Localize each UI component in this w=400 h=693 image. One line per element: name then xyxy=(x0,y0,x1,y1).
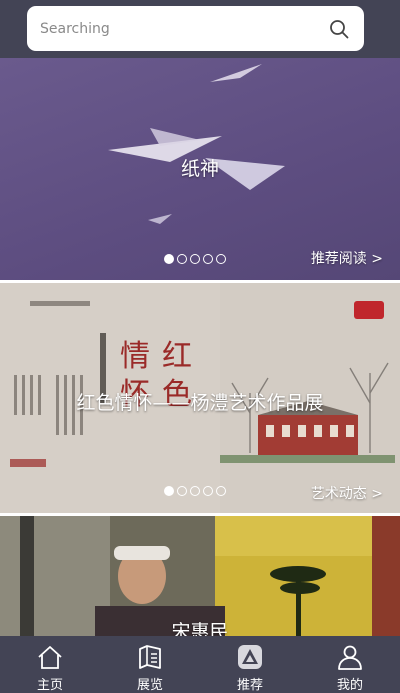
carousel-dots xyxy=(164,254,226,264)
carousel-dot[interactable] xyxy=(190,254,200,264)
more-link[interactable]: 艺术动态 > xyxy=(311,483,383,503)
banner-title: 宋惠民 xyxy=(171,621,229,636)
carousel-dots xyxy=(164,486,226,496)
recommend-icon xyxy=(236,643,264,670)
carousel-dot[interactable] xyxy=(203,486,213,496)
tab-me[interactable]: 我的 xyxy=(300,636,400,693)
banner-recommended-reading[interactable]: 纸神 推荐阅读 > xyxy=(0,58,400,280)
book-icon xyxy=(136,643,164,670)
search-bar[interactable] xyxy=(27,6,364,51)
banner-title: 红色情怀——杨澧艺术作品展 xyxy=(76,392,324,414)
bottom-tab-bar: 主页 展览 推荐 我的 xyxy=(0,636,400,693)
tab-label: 我的 xyxy=(336,678,363,693)
tab-home[interactable]: 主页 xyxy=(0,636,100,693)
tab-label: 主页 xyxy=(36,678,63,693)
banner-artist[interactable]: 宋惠民 xyxy=(0,516,400,636)
carousel-dot[interactable] xyxy=(216,254,226,264)
carousel-dot[interactable] xyxy=(216,486,226,496)
tab-label: 推荐 xyxy=(236,678,263,693)
carousel-dot[interactable] xyxy=(164,254,174,264)
carousel-dot[interactable] xyxy=(164,486,174,496)
top-bar xyxy=(0,0,400,58)
search-input[interactable] xyxy=(40,20,300,37)
more-link[interactable]: 推荐阅读 > xyxy=(311,248,383,268)
banner-art-news[interactable]: 情 红 怀 色 红色情怀——杨澧艺术作品展 艺术动态 > xyxy=(0,283,400,513)
search-icon[interactable] xyxy=(328,18,350,40)
centenary-badge xyxy=(354,301,384,319)
carousel-dot[interactable] xyxy=(190,486,200,496)
tab-exhibitions[interactable]: 展览 xyxy=(100,636,200,693)
carousel-dot[interactable] xyxy=(177,486,187,496)
tab-recommended[interactable]: 推荐 xyxy=(200,636,300,693)
tab-label: 展览 xyxy=(136,678,163,693)
home-icon xyxy=(36,643,64,670)
carousel-dot[interactable] xyxy=(177,254,187,264)
user-icon xyxy=(336,643,364,670)
carousel-dot[interactable] xyxy=(203,254,213,264)
banner-title: 纸神 xyxy=(180,158,219,180)
